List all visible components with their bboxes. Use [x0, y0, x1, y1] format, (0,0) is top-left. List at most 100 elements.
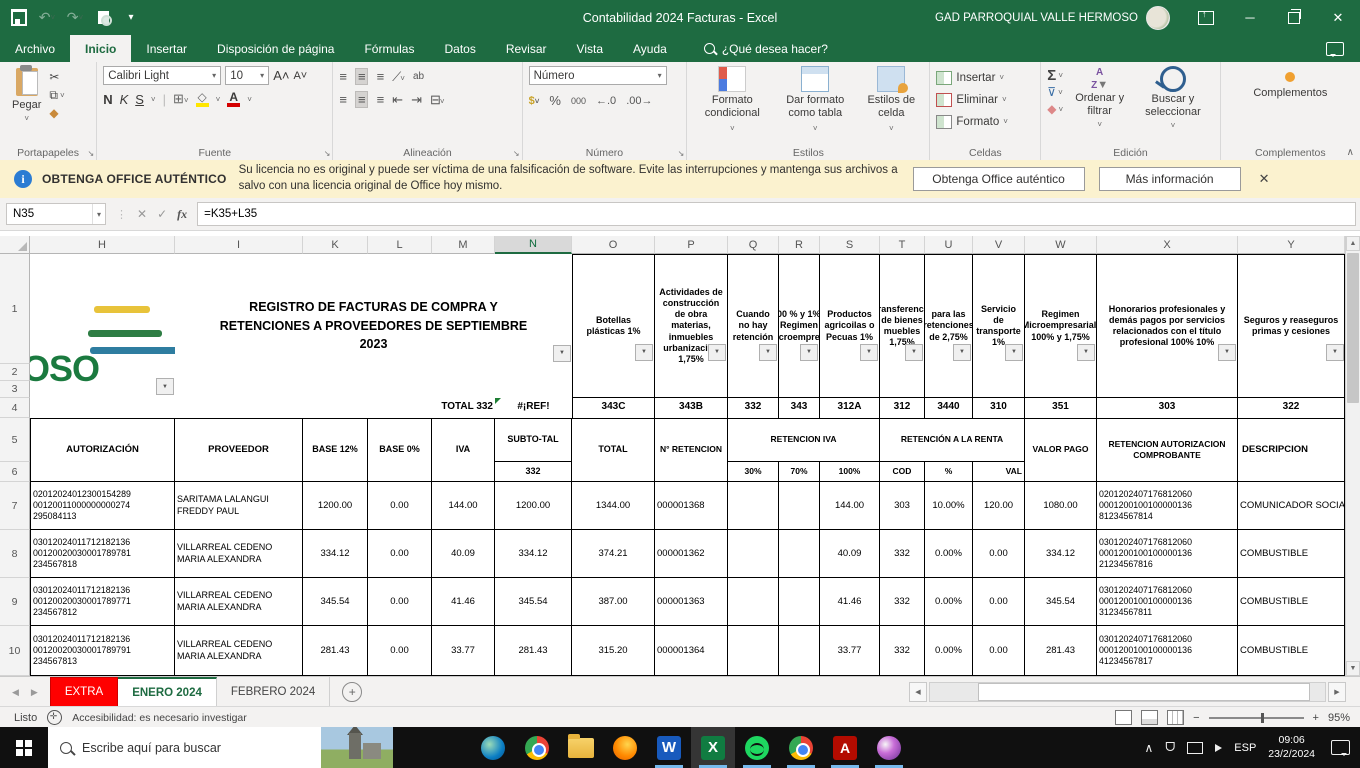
header-botellas[interactable]: Botellas plásticas 1%	[572, 254, 655, 398]
cell-100[interactable]: 41.46	[820, 578, 880, 626]
autosum-icon[interactable]: Σ˅	[1047, 68, 1063, 82]
column-header-W[interactable]: W	[1025, 236, 1097, 254]
code-343C[interactable]: 343C	[572, 398, 655, 418]
undo-icon[interactable]: ↶˅	[38, 9, 56, 27]
tab-disposicion[interactable]: Disposición de página	[202, 35, 349, 62]
cell-auth[interactable]: 03012024011712182136 0012002003000178979…	[30, 626, 175, 676]
cell-iva[interactable]: 33.77	[432, 626, 495, 676]
column-header-V[interactable]: V	[973, 236, 1025, 254]
cut-icon[interactable]: ✂	[49, 70, 64, 84]
cell-pct[interactable]: 10.00%	[925, 482, 973, 530]
tab-inicio[interactable]: Inicio	[70, 35, 131, 62]
font-name-select[interactable]: Calibri Light▾	[103, 66, 221, 85]
excel-icon[interactable]: X	[691, 727, 735, 768]
cell-subtotal[interactable]: 345.54	[495, 578, 572, 626]
tab-datos[interactable]: Datos	[429, 35, 490, 62]
file-explorer-icon[interactable]	[559, 727, 603, 768]
save-icon[interactable]	[10, 9, 28, 27]
th-val[interactable]: VAL	[973, 462, 1025, 482]
cell-num-retencion[interactable]: 000001362	[655, 530, 728, 578]
filter-dropdown[interactable]	[860, 344, 878, 361]
italic-button[interactable]: K	[120, 92, 129, 107]
cell-total[interactable]: 315.20	[572, 626, 655, 676]
cell-styles-button[interactable]: Estilos de celda˅	[859, 66, 923, 135]
filter-dropdown[interactable]	[759, 344, 777, 361]
filter-dropdown[interactable]	[905, 344, 923, 361]
notification-center-icon[interactable]	[1331, 740, 1350, 755]
header-retenciones-275[interactable]: para las retenciones de 2,75%	[925, 254, 973, 398]
tab-ayuda[interactable]: Ayuda	[618, 35, 682, 62]
font-size-select[interactable]: 10▾	[225, 66, 269, 85]
taskbar-search[interactable]: Escribe aquí para buscar	[48, 727, 393, 768]
filter-dropdown[interactable]	[1326, 344, 1344, 361]
th-proveedor[interactable]: PROVEEDOR	[175, 418, 303, 482]
start-button[interactable]	[0, 727, 48, 768]
minimize-button[interactable]: ─	[1228, 0, 1272, 35]
scroll-down-icon[interactable]: ▼	[1346, 661, 1360, 676]
select-all-corner[interactable]	[0, 236, 30, 254]
cell-auth[interactable]: 03012024011712182136 0012002003000178978…	[30, 530, 175, 578]
cell-valor-pago[interactable]: 345.54	[1025, 578, 1097, 626]
cell-30[interactable]	[728, 482, 779, 530]
sheet-tab-enero-2024[interactable]: ENERO 2024	[118, 677, 217, 707]
cell-70[interactable]	[779, 578, 820, 626]
cell-proveedor[interactable]: VILLARREAL CEDENO MARIA ALEXANDRA	[175, 626, 303, 676]
find-select-button[interactable]: Buscar y seleccionar˅	[1132, 66, 1214, 132]
addins-button[interactable]: Complementos	[1227, 66, 1353, 99]
header-servicio-transporte[interactable]: Servicio de transporte 1%	[973, 254, 1025, 398]
grow-font-button[interactable]: A˄	[273, 68, 289, 83]
cell-base12[interactable]: 1200.00	[303, 482, 368, 530]
account-avatar[interactable]	[1146, 6, 1170, 30]
cell-descripcion[interactable]: COMBUSTIBLE	[1238, 626, 1345, 676]
th-num-retencion[interactable]: N° RETENCION	[655, 418, 728, 482]
cell-cod[interactable]: 303	[880, 482, 925, 530]
th-cod[interactable]: COD	[880, 462, 925, 482]
restore-button[interactable]	[1272, 0, 1316, 35]
column-header-X[interactable]: X	[1097, 236, 1238, 254]
orientation-button[interactable]: ⟋˅	[392, 69, 404, 85]
font-color-button[interactable]: A	[227, 92, 240, 107]
row-header-6[interactable]: 6	[0, 462, 30, 482]
comma-style-icon[interactable]: 000	[571, 96, 586, 106]
cell-num-retencion[interactable]: 000001368	[655, 482, 728, 530]
th-subtotal[interactable]: SUBTO-TAL	[495, 418, 572, 462]
column-header-O[interactable]: O	[572, 236, 655, 254]
tell-me-search[interactable]: ¿Qué desea hacer?	[704, 35, 828, 62]
zoom-slider-thumb[interactable]	[1261, 713, 1264, 723]
column-header-Q[interactable]: Q	[728, 236, 779, 254]
redo-icon[interactable]: ↷˅	[66, 9, 84, 27]
row-header-10[interactable]: 10	[0, 626, 30, 676]
cell-cod[interactable]: 332	[880, 530, 925, 578]
insert-function-icon[interactable]: fx	[177, 207, 187, 222]
cell-base0[interactable]: 0.00	[368, 530, 432, 578]
number-format-select[interactable]: Número▾	[529, 66, 667, 85]
cell-val[interactable]: 0.00	[973, 530, 1025, 578]
cell-subtotal[interactable]: 281.43	[495, 626, 572, 676]
cell-proveedor[interactable]: SARITAMA LALANGUI FREDDY PAUL	[175, 482, 303, 530]
borders-button[interactable]: ⊞˅	[173, 91, 189, 107]
sheet-nav-left-icon[interactable]: ◀	[12, 687, 19, 698]
cell-70[interactable]	[779, 482, 820, 530]
account-name[interactable]: GAD PARROQUIAL VALLE HERMOSO	[935, 12, 1138, 24]
header-seguros[interactable]: Seguros y reaseguros primas y cesiones	[1238, 254, 1345, 398]
cell-descripcion[interactable]: COMBUSTIBLE	[1238, 530, 1345, 578]
cell-base12[interactable]: 334.12	[303, 530, 368, 578]
hscroll-left-icon[interactable]: ◀	[909, 682, 927, 702]
cell-proveedor[interactable]: VILLARREAL CEDENO MARIA ALEXANDRA	[175, 530, 303, 578]
tab-formulas[interactable]: Fórmulas	[349, 35, 429, 62]
cell-base12[interactable]: 345.54	[303, 578, 368, 626]
new-sheet-icon[interactable]: +	[342, 682, 362, 702]
cell-iva[interactable]: 41.46	[432, 578, 495, 626]
cell-cod[interactable]: 332	[880, 578, 925, 626]
increase-decimal-icon[interactable]: ←.0	[596, 95, 616, 107]
cell-ref-error[interactable]: #¡REF!	[495, 398, 572, 418]
cell-30[interactable]	[728, 578, 779, 626]
edge-icon[interactable]	[471, 727, 515, 768]
th-30[interactable]: 30%	[728, 462, 779, 482]
sheet-tab-febrero-2024[interactable]: FEBRERO 2024	[217, 677, 330, 707]
percent-style-icon[interactable]: %	[549, 93, 561, 108]
cell-retencion-autorizacion[interactable]: 0201202407176812060 0001200100100000136 …	[1097, 482, 1238, 530]
th-100[interactable]: 100%	[820, 462, 880, 482]
ribbon-display-options-button[interactable]	[1184, 0, 1228, 35]
formula-input[interactable]: =K35+L35	[197, 202, 1356, 226]
